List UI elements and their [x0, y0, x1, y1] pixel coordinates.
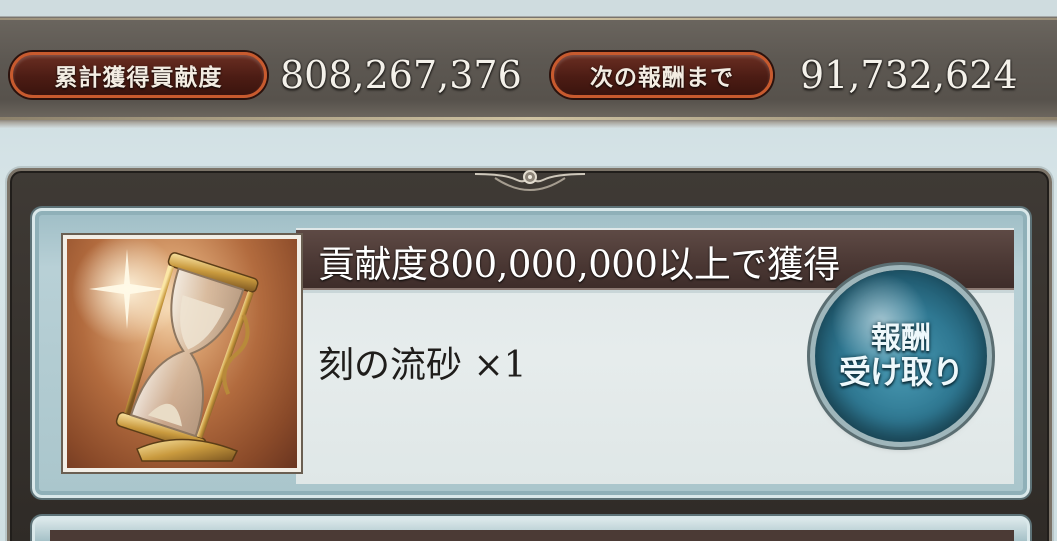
claim-reward-button[interactable]: 報酬 受け取り [815, 270, 987, 442]
claim-button-label-bottom: 受け取り [838, 352, 964, 391]
claim-button-label-top: 報酬 [871, 320, 931, 356]
frame-ornament-icon [475, 170, 585, 192]
reward-condition: 貢献度800,000,000以上で獲得 [318, 243, 840, 286]
total-contribution-label: 累計獲得貢献度 [10, 52, 267, 98]
next-reward-value: 91,732,624 [800, 53, 1018, 97]
hourglass-icon [72, 239, 259, 462]
next-reward-label: 次の報酬まで [551, 52, 773, 98]
reward-item-name: 刻の流砂 ×1 [318, 345, 527, 386]
total-contribution-value: 808,267,376 [280, 53, 522, 97]
next-reward-card-body [50, 530, 1014, 541]
reward-item-thumbnail [63, 235, 301, 472]
